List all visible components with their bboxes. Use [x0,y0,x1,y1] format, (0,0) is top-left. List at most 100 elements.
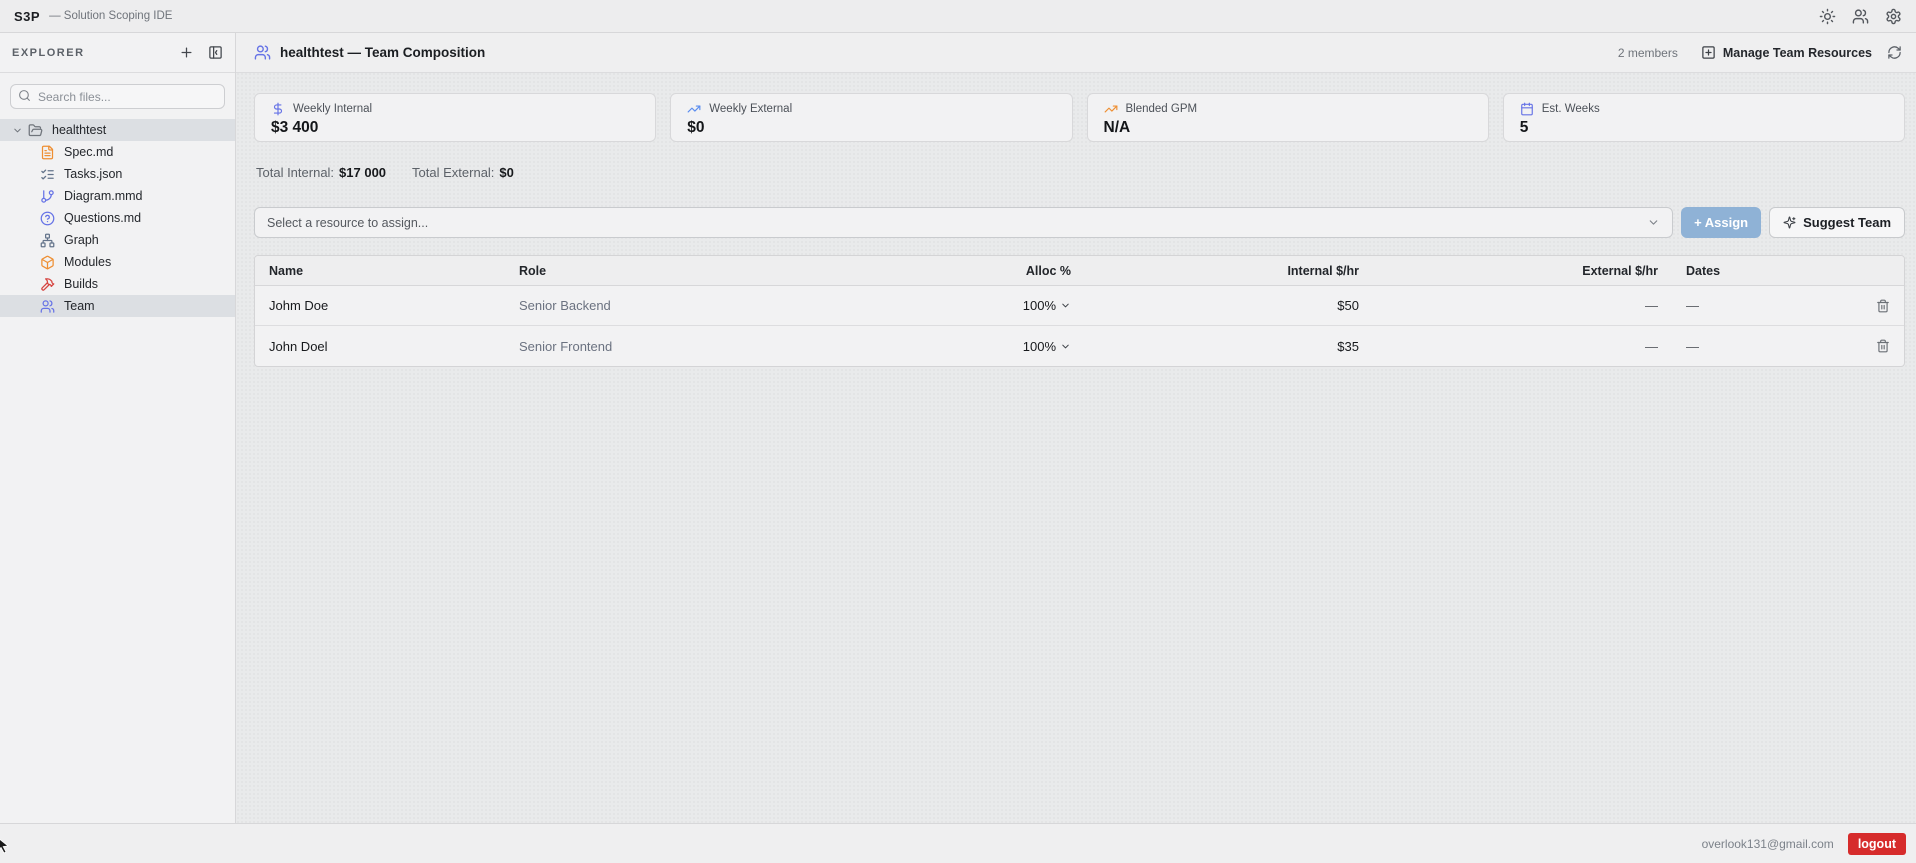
tree-item-modules[interactable]: Modules [0,251,235,273]
totals-row: Total Internal: $17 000 Total External: … [254,165,1905,180]
tree-item-label: Spec.md [64,145,114,159]
col-role: Role [519,263,547,278]
app-subtitle: — Solution Scoping IDE [49,10,173,22]
row-actions [1862,339,1904,353]
tree-item-label: Diagram.mmd [64,189,143,203]
col-internal: Internal $/hr [1287,263,1359,278]
tree-item-spec[interactable]: Spec.md [0,141,235,163]
tree-item-label: Questions.md [64,211,142,225]
table-row: John Doel Senior Frontend 100% $35 — — [255,326,1904,366]
folder-open-icon [28,123,43,138]
chevron-down-icon [12,125,23,136]
settings-gear-icon[interactable] [1885,8,1902,25]
alloc-select[interactable]: 100% [840,339,1085,354]
row-actions [1862,299,1904,313]
alloc-value: 100% [1022,298,1056,313]
panel-header: healthtest — Team Composition 2 members … [236,33,1916,73]
tree-item-label: Modules [64,255,112,269]
total-external-label: Total External: [412,165,495,180]
sparkles-icon [1783,216,1796,229]
plus-square-icon [1702,46,1715,59]
tree-item-label: Team [64,299,95,313]
app-logo: S3P [14,8,41,24]
tree-item-tasks[interactable]: Tasks.json [0,163,235,185]
team-composition-panel: healthtest — Team Composition 2 members … [236,33,1916,823]
refresh-icon[interactable] [1887,45,1902,60]
dates-value: — [1686,298,1699,313]
stat-card-est-weeks: Est. Weeks 5 [1502,93,1905,142]
members-count: 2 members [1617,45,1678,60]
stat-value: $0 [687,119,705,136]
topbar-actions [1819,8,1902,25]
member-name: Johm Doe [269,298,329,313]
page-title: healthtest — Team Composition [280,45,486,60]
dollar-icon [271,102,285,116]
alloc-value: 100% [1022,338,1056,354]
stat-value: N/A [1103,119,1131,136]
theme-toggle-sun-icon[interactable] [1819,8,1836,25]
stat-label: Est. Weeks [1541,103,1600,115]
search-files-input[interactable] [10,84,225,109]
tree-item-team[interactable]: Team [0,295,235,317]
dates-value: — [1686,338,1699,354]
tree-root-label: healthtest [52,123,107,137]
stat-label: Weekly Internal [293,103,373,115]
total-external: Total External: $0 [412,165,514,180]
new-file-plus-icon[interactable] [179,45,194,60]
network-icon [40,233,55,248]
tree-item-questions[interactable]: Questions.md [0,207,235,229]
tree-item-builds[interactable]: Builds [0,273,235,295]
manage-team-resources-button[interactable]: Manage Team Resources [1701,45,1872,60]
users-icon [254,44,271,61]
users-icon [40,299,55,314]
footer-bar: overlook131@gmail.com logout [0,823,1916,863]
user-email: overlook131@gmail.com [1701,836,1834,851]
tree-item-label: Tasks.json [64,167,123,181]
collapse-sidebar-icon[interactable] [208,45,223,60]
internal-rate: $50 [1337,298,1359,313]
panel-header-actions: 2 members Manage Team Resources [1618,45,1902,60]
chevron-down-icon [1062,303,1069,308]
chevron-down-icon [1647,216,1660,229]
explorer-header: EXPLORER [0,33,235,73]
member-role: Senior Frontend [519,338,613,354]
trend-up-icon [687,102,701,116]
suggest-team-button[interactable]: Suggest Team [1769,207,1905,238]
resource-select[interactable]: Select a resource to assign... [254,207,1674,238]
assign-button[interactable]: + Assign [1681,207,1762,238]
col-external: External $/hr [1582,263,1658,278]
logout-button[interactable]: logout [1847,832,1906,855]
git-branch-icon [40,189,55,204]
suggest-team-label: Suggest Team [1803,215,1891,230]
mouse-cursor [0,838,9,854]
top-bar: S3P — Solution Scoping IDE [0,0,1916,33]
manage-team-resources-label: Manage Team Resources [1722,45,1872,60]
tree-item-graph[interactable]: Graph [0,229,235,251]
explorer-actions [179,45,223,60]
tree-item-label: Graph [64,233,99,247]
tree-item-diagram[interactable]: Diagram.mmd [0,185,235,207]
stat-label: Weekly External [709,103,793,115]
stat-value: 5 [1519,119,1529,136]
external-rate: — [1645,298,1658,313]
col-alloc: Alloc % [1025,263,1071,278]
stat-card-weekly-internal: Weekly Internal $3 400 [254,93,657,142]
total-internal: Total Internal: $17 000 [256,165,386,180]
package-icon [40,255,55,270]
total-external-value: $0 [499,165,514,180]
trash-icon[interactable] [1876,299,1890,313]
assign-toolbar: Select a resource to assign... + Assign … [254,207,1905,238]
trash-icon[interactable] [1876,339,1890,353]
users-icon[interactable] [1852,8,1869,25]
external-rate: — [1645,338,1658,354]
file-tree: healthtest Spec.md Tasks.json Diagram.mm… [0,115,235,321]
search-files-wrap [10,84,225,109]
alloc-select[interactable]: 100% [840,298,1085,313]
tree-root-healthtest[interactable]: healthtest [0,119,235,141]
calendar-icon [1520,102,1534,116]
table-row: Johm Doe Senior Backend 100% $50 — — [255,286,1904,326]
resource-select-placeholder: Select a resource to assign... [267,215,429,230]
stat-label: Blended GPM [1125,103,1198,115]
stat-cards: Weekly Internal $3 400 Weekly External $… [254,93,1905,142]
panel-content: Weekly Internal $3 400 Weekly External $… [236,73,1916,823]
